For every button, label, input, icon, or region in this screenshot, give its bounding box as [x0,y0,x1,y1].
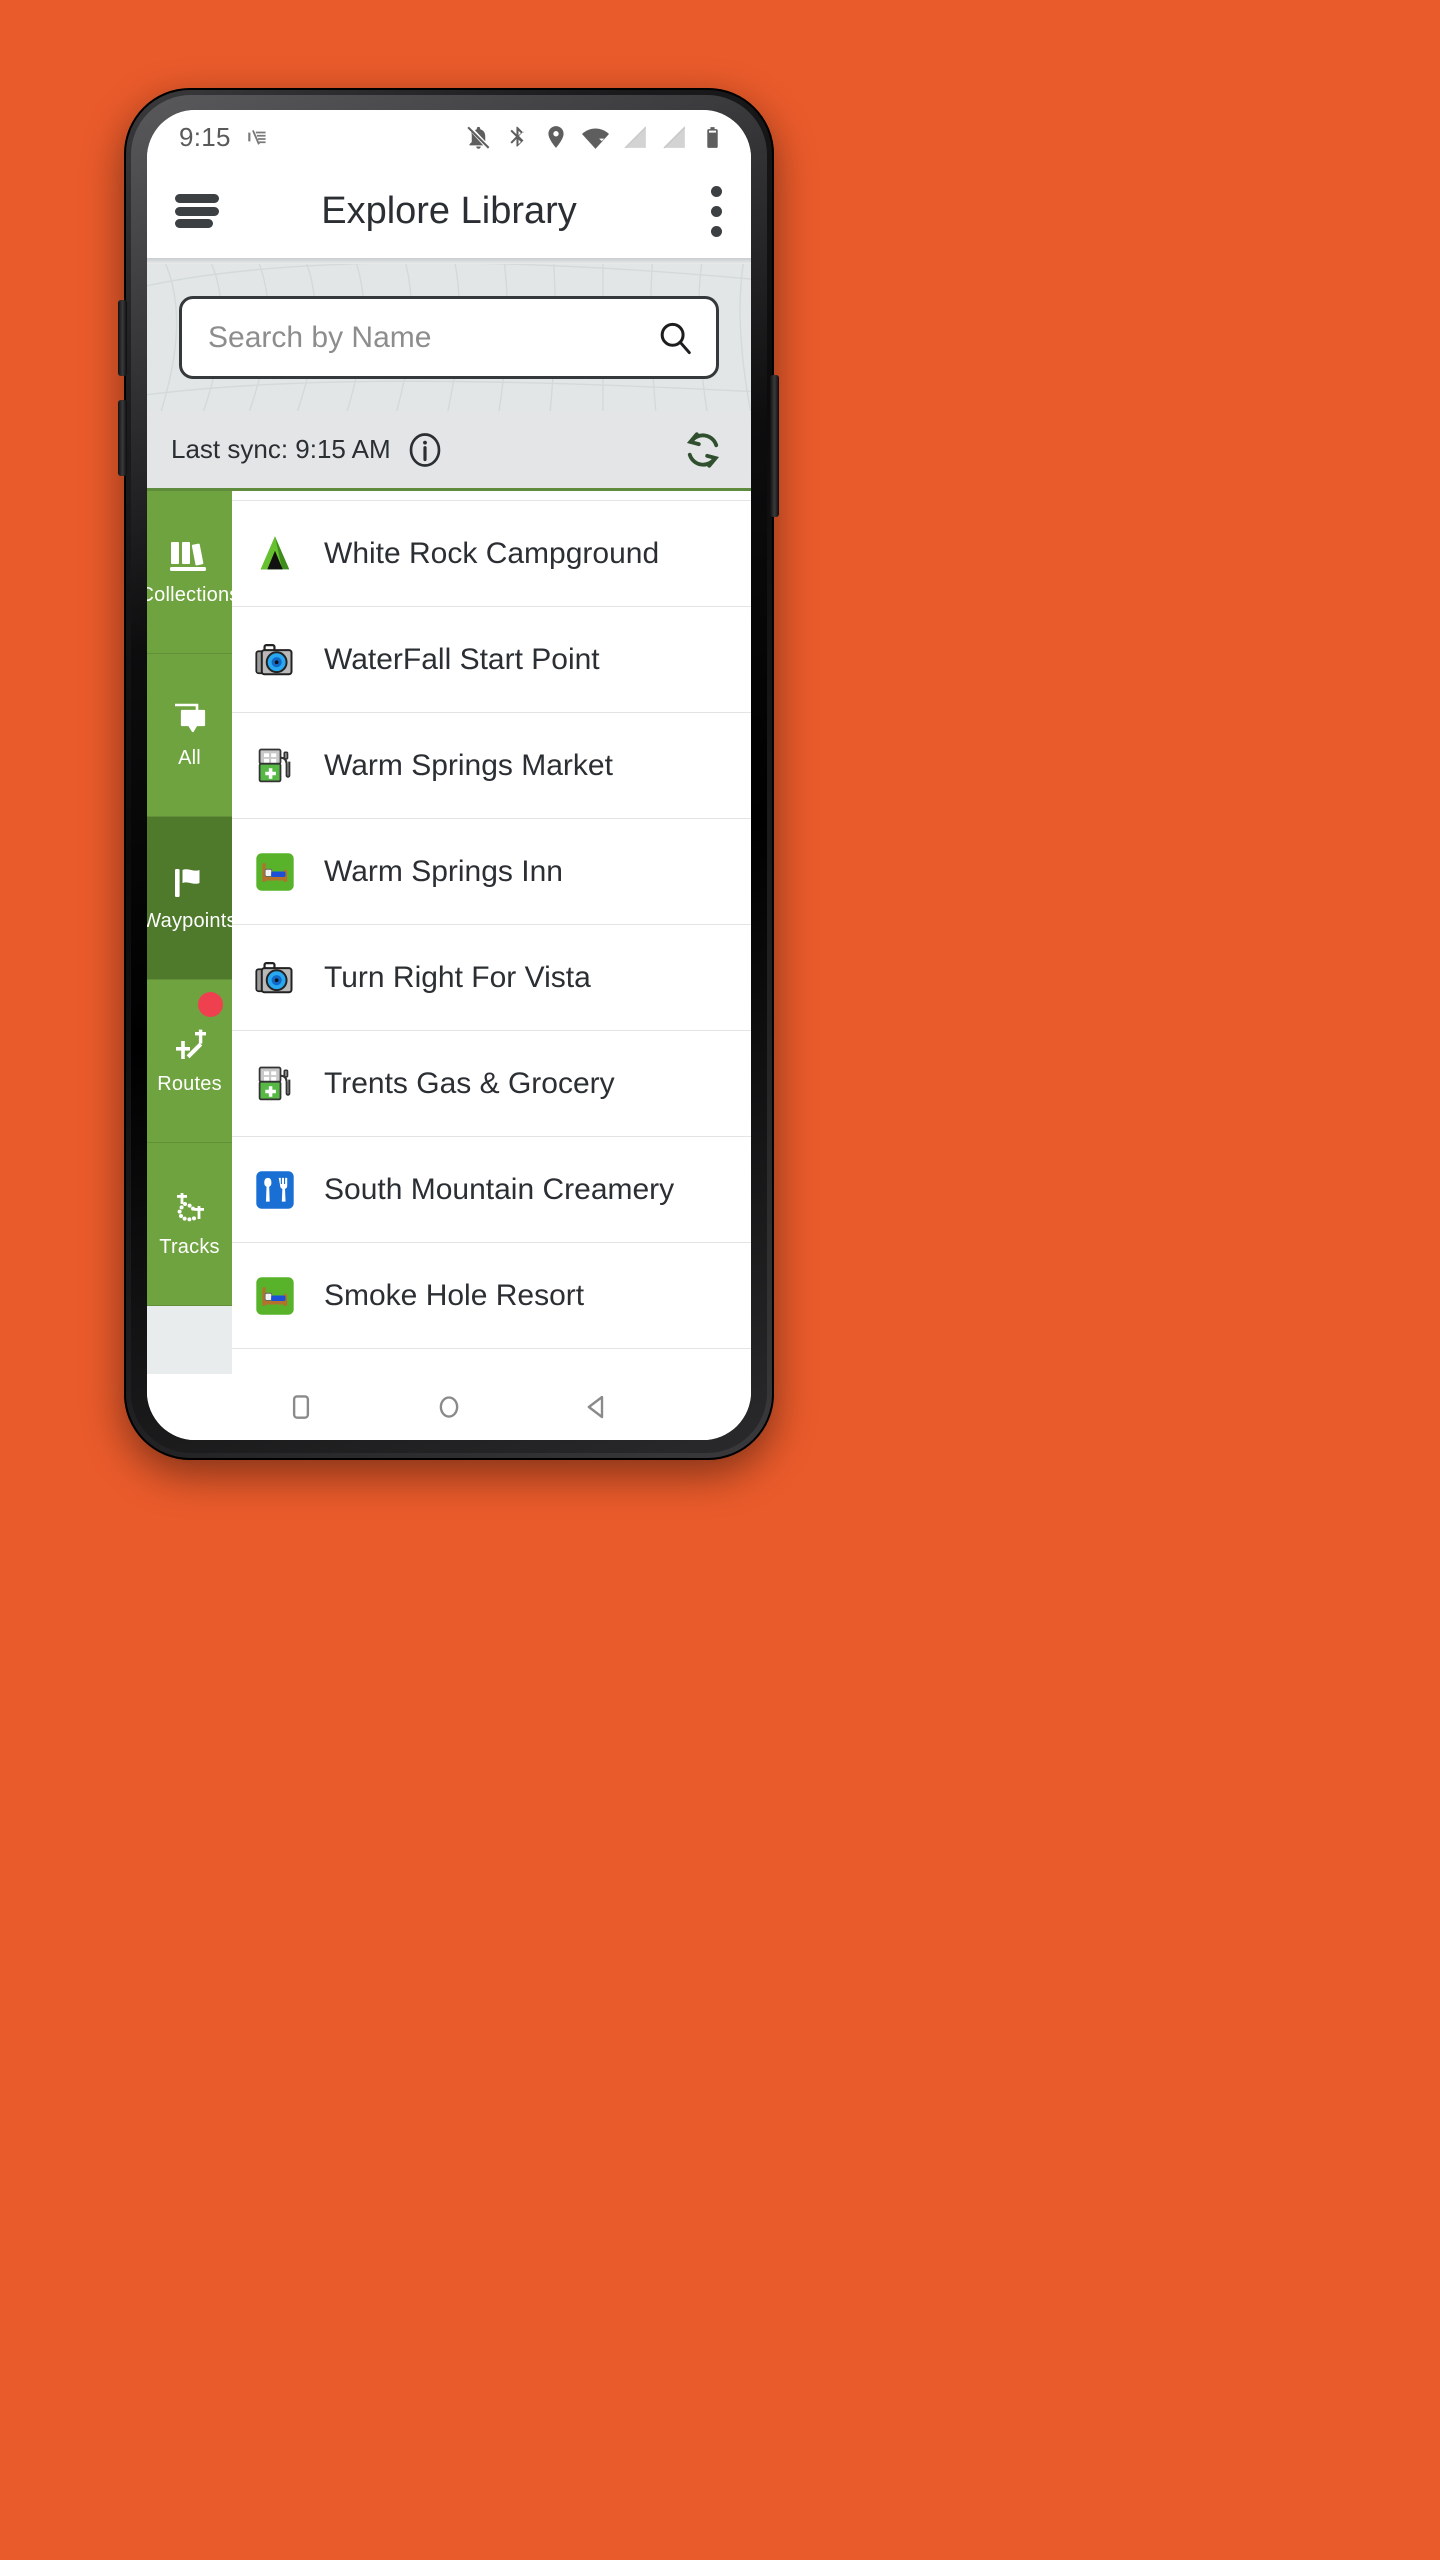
power-button[interactable] [770,375,779,517]
search-placeholder: Search by Name [208,320,432,354]
search-panel: Search by Name [147,264,751,411]
sidebar-item-label: Collections [147,584,232,606]
list-item-label: Trents Gas & Grocery [324,1066,615,1100]
sidebar-item-waypoints[interactable]: Waypoints [147,817,232,980]
search-icon[interactable] [656,319,694,357]
list-item[interactable]: Trents Gas & Grocery [232,1031,751,1137]
track-icon [167,1189,213,1231]
collections-icon [167,537,213,579]
gas-station-icon [252,743,298,789]
list-item[interactable]: Warm Springs Inn [232,819,751,925]
hamburger-menu-icon[interactable] [175,194,219,228]
battery-icon [700,125,725,150]
status-badge [198,992,223,1017]
category-sidebar: Collections All [147,491,232,1374]
lodging-icon [252,849,298,895]
sidebar-item-tracks[interactable]: Tracks [147,1143,232,1306]
volume-down-button[interactable] [118,400,127,476]
vibrate-icon [245,124,271,150]
camera-icon [252,637,298,683]
list-item[interactable]: Warm Springs Market [232,713,751,819]
sidebar-item-label: Tracks [159,1236,220,1258]
list-item-label: WaterFall Start Point [324,642,600,676]
sidebar-tabs: Collections All [147,491,232,1306]
sidebar-item-label: All [178,747,201,769]
list-item-label: White Rock Campground [324,536,660,570]
status-bar: 9:15 [147,110,751,164]
restaurant-icon [252,1167,298,1213]
app-bar: Explore Library [147,164,751,258]
gas-station-icon [252,1061,298,1107]
wifi-icon [582,124,609,151]
phone-screen: 9:15 Explore Library Search by Name Last… [147,110,751,1440]
waypoint-list[interactable]: White Rock Campground WaterFall Start Po… [232,491,751,1374]
refresh-icon[interactable] [681,428,725,472]
signal-off-icon [622,124,648,150]
bluetooth-icon [505,125,530,150]
list-item[interactable]: Smoke Hole Resort [232,1243,751,1349]
sidebar-item-label: Waypoints [147,910,232,932]
recents-square-icon[interactable] [286,1392,316,1422]
flag-icon [167,863,213,905]
list-item[interactable]: South Mountain Creamery [232,1137,751,1243]
status-bar-clock: 9:15 [179,121,231,152]
all-waypoint-icon [167,700,213,742]
list-item-label: Smoke Hole Resort [324,1278,585,1312]
campground-icon [252,531,298,577]
list-item-label: Warm Springs Inn [324,854,563,888]
more-vertical-icon[interactable] [711,185,723,237]
list-item[interactable]: White Rock Campground [232,501,751,607]
volume-up-button[interactable] [118,300,127,376]
back-triangle-icon[interactable] [582,1392,612,1422]
camera-icon [252,955,298,1001]
sidebar-item-collections[interactable]: Collections [147,491,232,654]
android-nav-bar [147,1374,751,1440]
last-sync-label: Last sync: 9:15 AM [171,434,391,464]
status-bar-icons [465,124,725,151]
list-item-label: Warm Springs Market [324,748,613,782]
sidebar-item-all[interactable]: All [147,654,232,817]
sidebar-item-routes[interactable]: Routes [147,980,232,1143]
list-item-label: Turn Right For Vista [324,960,591,994]
search-input[interactable]: Search by Name [179,296,719,379]
info-icon[interactable] [405,430,445,470]
signal-off-2-icon [661,124,687,150]
route-icon [167,1026,213,1068]
page-title: Explore Library [321,189,577,232]
sidebar-item-label: Routes [157,1073,222,1095]
list-item-partial [232,491,751,501]
list-item[interactable]: WaterFall Start Point [232,607,751,713]
sync-status-bar: Last sync: 9:15 AM [147,411,751,491]
content-area: Collections All [147,491,751,1374]
list-item[interactable]: Turn Right For Vista [232,925,751,1031]
list-item[interactable]: Ravensburg State Park Campground [232,1349,751,1374]
location-icon [543,124,569,150]
home-circle-icon[interactable] [434,1392,464,1422]
notifications-off-icon [465,124,492,151]
list-item-label: South Mountain Creamery [324,1172,675,1206]
lodging-icon [252,1273,298,1319]
